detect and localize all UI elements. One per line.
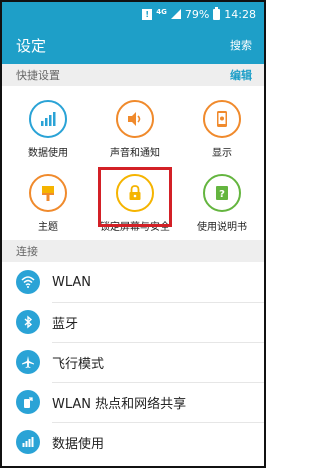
list-item-airplane-mode[interactable]: 飞行模式: [2, 342, 264, 382]
list-item-label: WLAN 热点和网络共享: [52, 396, 187, 412]
manual-icon: ?: [203, 174, 241, 212]
network-type: 4G: [156, 7, 167, 16]
quick-item-theme[interactable]: 主题: [4, 168, 92, 246]
airplane-icon: [16, 350, 40, 374]
bluetooth-icon: [16, 310, 40, 334]
wifi-icon: [16, 270, 40, 294]
connections-title: 连接: [16, 245, 38, 258]
data-usage-icon: [29, 100, 67, 138]
quick-item-label: 使用说明书: [197, 222, 247, 233]
theme-icon: [29, 174, 67, 212]
highlight-box: [98, 167, 172, 227]
data-usage-icon: [16, 430, 40, 454]
page-title: 设定: [16, 36, 47, 55]
quick-item-label: 显示: [212, 148, 232, 159]
quick-item-manual[interactable]: ? 使用说明书: [178, 168, 264, 246]
signal-icon: [170, 9, 181, 19]
phone-screen: ! 4G 79% 14:28 设定 搜索 快捷设置 编辑 数据使用 声音和通知 …: [0, 0, 266, 468]
battery-percent: 79%: [184, 7, 210, 21]
list-item-label: WLAN: [52, 274, 92, 290]
clock: 14:28: [224, 7, 256, 21]
quick-item-label: 数据使用: [28, 148, 68, 159]
quick-settings-header: 快捷设置 编辑: [2, 64, 264, 86]
display-icon: [203, 100, 241, 138]
svg-text:?: ?: [219, 189, 225, 200]
quick-item-display[interactable]: 显示: [178, 94, 264, 172]
list-item-hotspot[interactable]: WLAN 热点和网络共享: [2, 382, 264, 422]
quick-item-data-usage[interactable]: 数据使用: [4, 94, 92, 172]
hotspot-icon: [16, 390, 40, 414]
list-item-bluetooth[interactable]: 蓝牙: [2, 302, 264, 342]
list-item-label: 数据使用: [52, 436, 105, 452]
sound-icon: [116, 100, 154, 138]
edit-button[interactable]: 编辑: [230, 67, 252, 83]
list-item-label: 蓝牙: [52, 316, 79, 332]
quick-item-label: 声音和通知: [110, 148, 160, 159]
quick-item-label: 主题: [38, 222, 58, 233]
notification-icon: !: [142, 8, 153, 20]
app-bar: 设定 搜索: [2, 26, 264, 64]
quick-item-sound[interactable]: 声音和通知: [91, 94, 179, 172]
battery-icon: [213, 6, 221, 20]
quick-settings-title: 快捷设置: [16, 69, 60, 82]
list-item-data-usage[interactable]: 数据使用: [2, 422, 264, 462]
search-button[interactable]: 搜索: [230, 37, 252, 53]
status-bar: ! 4G 79% 14:28: [2, 2, 264, 26]
connections-header: 连接: [2, 240, 264, 262]
list-item-label: 飞行模式: [52, 356, 105, 372]
list-item-wlan[interactable]: WLAN: [2, 262, 264, 302]
